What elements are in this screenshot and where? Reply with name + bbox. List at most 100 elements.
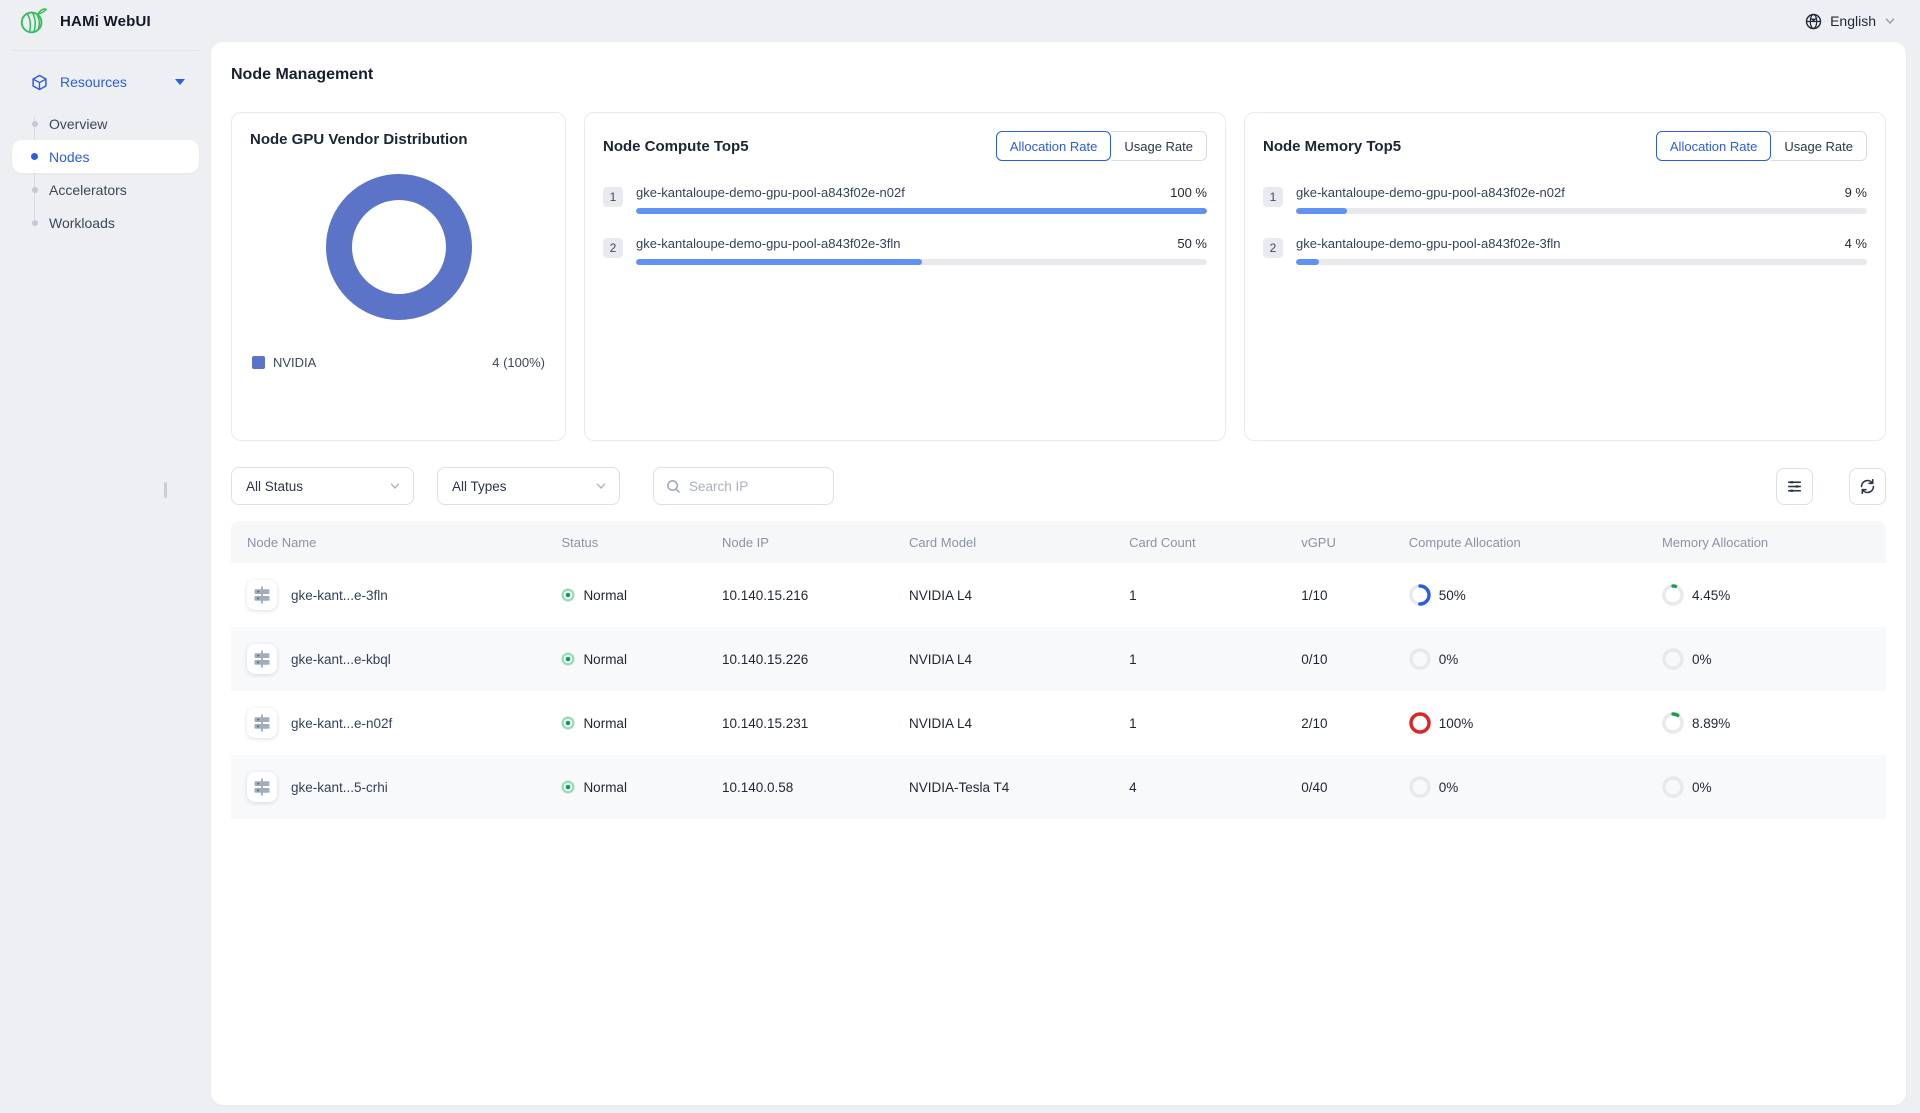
search-ip-input[interactable] xyxy=(689,479,823,494)
column-settings-button[interactable] xyxy=(1776,468,1813,505)
top5-item: 2 gke-kantaloupe-demo-gpu-pool-a843f02e-3… xyxy=(603,236,1207,265)
legend-value: 4 (100%) xyxy=(492,355,545,370)
status-normal-icon xyxy=(561,780,575,794)
memory-card-title: Node Memory Top5 xyxy=(1263,138,1401,155)
status-label: Normal xyxy=(583,652,627,667)
top5-item: 1 gke-kantaloupe-demo-gpu-pool-a843f02e-n… xyxy=(1263,185,1867,214)
node-icon-box xyxy=(247,772,277,802)
card-count: 1 xyxy=(1113,716,1285,731)
refresh-button[interactable] xyxy=(1849,468,1886,505)
tree-dot xyxy=(32,220,38,226)
node-name[interactable]: gke-kant...e-n02f xyxy=(291,716,392,731)
column-settings-icon xyxy=(1786,478,1803,495)
type-filter-select[interactable]: All Types xyxy=(437,467,620,505)
card-model: NVIDIA-Tesla T4 xyxy=(893,780,1113,795)
sidebar-scrollbar[interactable] xyxy=(164,482,167,498)
card-model: NVIDIA L4 xyxy=(893,588,1113,603)
filter-bar: All Status All Types xyxy=(231,467,1886,505)
sidebar-item-workloads[interactable]: Workloads xyxy=(12,206,199,239)
node-ip: 10.140.15.216 xyxy=(706,588,893,603)
vendor-distribution-card: Node GPU Vendor Distribution NVIDIA 4 (1… xyxy=(231,112,566,441)
allocation-ring xyxy=(1662,648,1684,670)
top5-progress-fill xyxy=(636,208,1207,214)
status-normal-icon xyxy=(561,716,575,730)
top5-node-name: gke-kantaloupe-demo-gpu-pool-a843f02e-n0… xyxy=(1296,185,1565,200)
top5-progress-fill xyxy=(636,259,922,265)
page-title: Node Management xyxy=(231,66,1886,84)
status-normal-icon xyxy=(561,652,575,666)
vgpu: 0/10 xyxy=(1285,652,1393,667)
node-name[interactable]: gke-kant...e-3fln xyxy=(291,588,388,603)
top5-value: 50 % xyxy=(1177,236,1207,251)
compute-allocation-value: 0% xyxy=(1439,780,1459,795)
compute-allocation-value: 100% xyxy=(1439,716,1474,731)
chevron-down-icon xyxy=(389,480,401,492)
sidebar-item-nodes[interactable]: Nodes xyxy=(12,140,199,173)
compute-allocation: 0% xyxy=(1393,648,1646,670)
sidebar-item-overview[interactable]: Overview xyxy=(12,107,199,140)
compute-allocation-value: 0% xyxy=(1439,652,1459,667)
column-header: Node Name xyxy=(231,535,545,550)
memory-allocation: 8.89% xyxy=(1646,712,1886,734)
vgpu: 1/10 xyxy=(1285,588,1393,603)
chevron-down-icon xyxy=(595,480,607,492)
node-icon xyxy=(252,777,272,797)
main-panel: Node Management Node GPU Vendor Distribu… xyxy=(211,42,1906,1105)
node-ip: 10.140.15.226 xyxy=(706,652,893,667)
memory-allocation-value: 4.45% xyxy=(1692,588,1730,603)
sidebar-item-label: Overview xyxy=(49,116,107,132)
memory-allocation-value: 0% xyxy=(1692,780,1712,795)
compute-allocation: 0% xyxy=(1393,776,1646,798)
sidebar-group-label: Resources xyxy=(60,74,175,90)
table-row[interactable]: gke-kant...e-kbqlNormal10.140.15.226NVID… xyxy=(231,627,1886,691)
rank-badge: 1 xyxy=(1263,187,1283,207)
top5-node-name: gke-kantaloupe-demo-gpu-pool-a843f02e-3f… xyxy=(636,236,901,251)
status-filter-select[interactable]: All Status xyxy=(231,467,414,505)
sidebar-item-label: Workloads xyxy=(49,215,115,231)
compute-allocation: 100% xyxy=(1393,712,1646,734)
memory-top5-list: 1 gke-kantaloupe-demo-gpu-pool-a843f02e-n… xyxy=(1263,185,1867,265)
status-label: Normal xyxy=(583,716,627,731)
memory-allocation: 4.45% xyxy=(1646,584,1886,606)
node-name[interactable]: gke-kant...5-crhi xyxy=(291,780,388,795)
card-count: 4 xyxy=(1113,780,1285,795)
sidebar-group-resources[interactable]: Resources xyxy=(12,65,199,99)
card-model: NVIDIA L4 xyxy=(893,716,1113,731)
language-selector[interactable]: English xyxy=(1805,13,1896,30)
sidebar-item-label: Accelerators xyxy=(49,182,127,198)
compute-usage-rate-tab[interactable]: Usage Rate xyxy=(1111,131,1207,161)
status-filter-value: All Status xyxy=(246,479,389,494)
memory-allocation-rate-tab[interactable]: Allocation Rate xyxy=(1656,131,1771,161)
rank-badge: 2 xyxy=(603,238,623,258)
legend-label: NVIDIA xyxy=(273,355,492,370)
globe-icon xyxy=(1805,13,1822,30)
column-header: vGPU xyxy=(1285,535,1393,550)
table-row[interactable]: gke-kant...5-crhiNormal10.140.0.58NVIDIA… xyxy=(231,755,1886,819)
nodes-table: Node NameStatusNode IPCard ModelCard Cou… xyxy=(231,521,1886,819)
top-bar: HAMi WebUI English xyxy=(0,0,1920,42)
memory-rate-toggle: Allocation Rate Usage Rate xyxy=(1656,131,1867,161)
table-row[interactable]: gke-kant...e-n02fNormal10.140.15.231NVID… xyxy=(231,691,1886,755)
card-count: 1 xyxy=(1113,652,1285,667)
refresh-icon xyxy=(1859,478,1876,495)
language-label: English xyxy=(1830,13,1876,29)
compute-allocation-rate-tab[interactable]: Allocation Rate xyxy=(996,131,1111,161)
allocation-ring xyxy=(1662,584,1684,606)
top5-value: 100 % xyxy=(1170,185,1207,200)
table-row[interactable]: gke-kant...e-3flnNormal10.140.15.216NVID… xyxy=(231,563,1886,627)
tree-dot xyxy=(32,121,38,127)
top5-value: 4 % xyxy=(1845,236,1867,251)
compute-top5-list: 1gke-kantaloupe-demo-gpu-pool-a843f02e-n… xyxy=(603,185,1207,265)
sidebar-item-accelerators[interactable]: Accelerators xyxy=(12,173,199,206)
status-label: Normal xyxy=(583,780,627,795)
node-name[interactable]: gke-kant...e-kbql xyxy=(291,652,391,667)
memory-usage-rate-tab[interactable]: Usage Rate xyxy=(1771,131,1867,161)
top5-progress-track xyxy=(1296,208,1867,214)
compute-rate-toggle: Allocation Rate Usage Rate xyxy=(996,131,1207,161)
column-header: Node IP xyxy=(706,535,893,550)
chevron-down-icon xyxy=(1884,15,1896,27)
memory-top5-card: Node Memory Top5 Allocation Rate Usage R… xyxy=(1244,112,1886,441)
memory-allocation-value: 0% xyxy=(1692,652,1712,667)
top5-progress-fill xyxy=(1296,208,1347,214)
search-icon xyxy=(666,479,681,494)
